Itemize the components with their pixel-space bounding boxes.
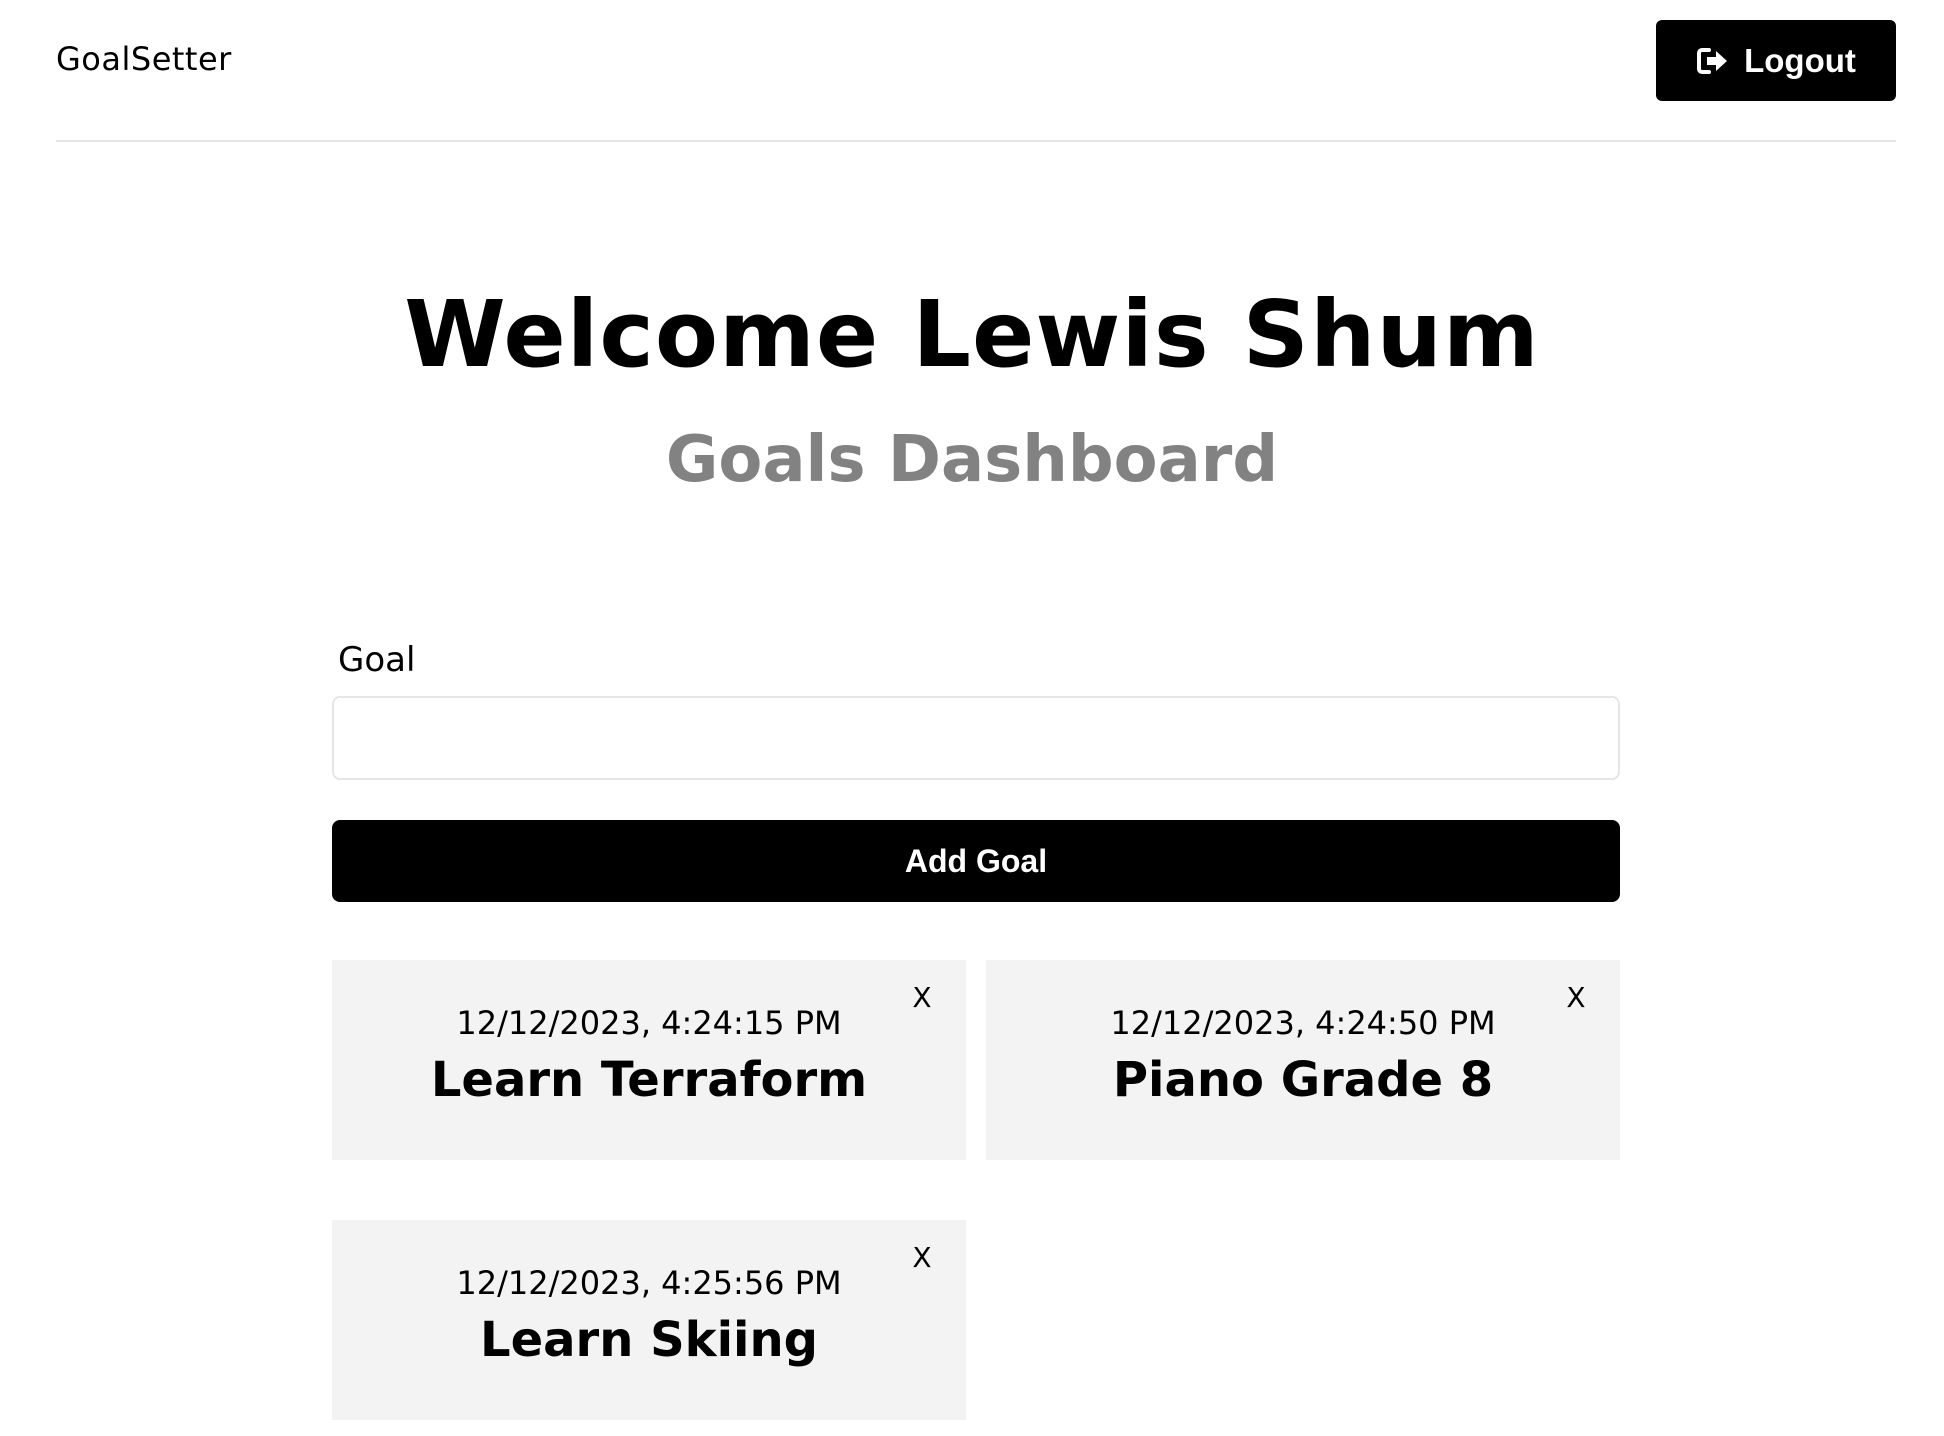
goal-text: Learn Terraform	[430, 1052, 868, 1108]
goal-text: Piano Grade 8	[1112, 1052, 1494, 1108]
header: GoalSetter Logout	[56, 0, 1896, 142]
delete-goal-button[interactable]: X	[906, 1238, 938, 1278]
page-subtitle: Goals Dashboard	[665, 423, 1279, 497]
goal-text: Learn Skiing	[479, 1312, 818, 1368]
goal-card: X 12/12/2023, 4:25:56 PM Learn Skiing	[332, 1220, 966, 1420]
sign-out-icon	[1696, 46, 1730, 76]
goal-card: X 12/12/2023, 4:24:15 PM Learn Terraform	[332, 960, 966, 1160]
goals-list: X 12/12/2023, 4:24:15 PM Learn Terraform…	[332, 960, 1620, 1420]
goal-date: 12/12/2023, 4:25:56 PM	[456, 1264, 842, 1302]
add-goal-button[interactable]: Add Goal	[332, 820, 1620, 902]
page-title: Welcome Lewis Shum	[404, 281, 1540, 388]
goal-label: Goal	[338, 640, 416, 680]
delete-goal-button[interactable]: X	[1560, 978, 1592, 1018]
goal-date: 12/12/2023, 4:24:50 PM	[1110, 1004, 1496, 1042]
page-heading: Welcome Lewis Shum Goals Dashboard	[0, 280, 1944, 500]
goal-card: X 12/12/2023, 4:24:50 PM Piano Grade 8	[986, 960, 1620, 1160]
logout-label: Logout	[1744, 41, 1856, 79]
goal-form: Goal Add Goal	[332, 640, 1620, 902]
goal-input[interactable]	[332, 696, 1620, 780]
goal-date: 12/12/2023, 4:24:15 PM	[456, 1004, 842, 1042]
logout-button[interactable]: Logout	[1656, 20, 1896, 101]
brand-logo[interactable]: GoalSetter	[56, 40, 232, 78]
delete-goal-button[interactable]: X	[906, 978, 938, 1018]
